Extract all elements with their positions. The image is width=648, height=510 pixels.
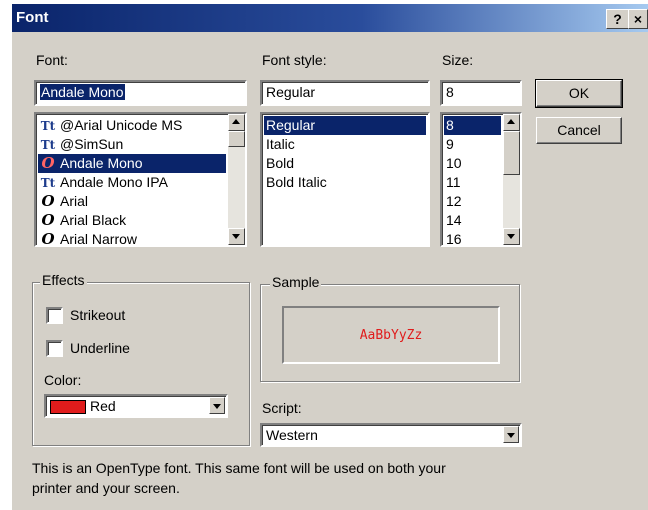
font-style-list[interactable]: Regular Italic Bold Bold Italic bbox=[260, 112, 430, 247]
strikeout-label[interactable]: Strikeout bbox=[70, 307, 125, 323]
scroll-thumb[interactable] bbox=[503, 131, 520, 175]
truetype-icon: Tt bbox=[40, 138, 56, 152]
scroll-down-button[interactable] bbox=[228, 228, 245, 245]
size-list[interactable]: 8 9 10 11 12 14 16 bbox=[440, 112, 522, 247]
font-style-label: Font style: bbox=[262, 52, 327, 68]
font-name-input[interactable]: Andale Mono bbox=[34, 80, 247, 106]
size-list-scrollbar[interactable] bbox=[503, 114, 520, 245]
font-style-input[interactable]: Regular bbox=[260, 80, 430, 106]
size-list-item[interactable]: 8 bbox=[444, 116, 501, 135]
arrow-up-icon bbox=[232, 119, 240, 124]
arrow-down-icon bbox=[232, 234, 240, 239]
size-label: Size: bbox=[442, 52, 474, 68]
style-list-item[interactable]: Bold bbox=[264, 154, 426, 173]
font-item-label: Andale Mono IPA bbox=[60, 174, 168, 190]
font-item-label: Arial Narrow bbox=[60, 231, 138, 247]
effects-group bbox=[32, 282, 250, 446]
scroll-down-button[interactable] bbox=[503, 228, 520, 245]
font-description-line1: This is an OpenType font. This same font… bbox=[32, 460, 446, 476]
font-list-item[interactable]: O Arial Black bbox=[38, 211, 226, 230]
chevron-down-icon bbox=[213, 404, 221, 409]
color-select[interactable]: Red bbox=[44, 394, 228, 418]
color-dropdown-button[interactable] bbox=[209, 397, 225, 414]
effects-label: Effects bbox=[40, 272, 87, 288]
opentype-icon: O bbox=[41, 154, 55, 172]
font-list-item[interactable]: Tt @Arial Unicode MS bbox=[38, 116, 226, 135]
scroll-up-button[interactable] bbox=[503, 114, 520, 131]
help-button[interactable]: ? bbox=[606, 9, 629, 29]
script-value: Western bbox=[266, 427, 318, 443]
font-item-label: @Arial Unicode MS bbox=[60, 117, 183, 133]
sample-label: Sample bbox=[270, 274, 322, 290]
color-value: Red bbox=[90, 398, 116, 414]
color-label: Color: bbox=[44, 372, 82, 388]
size-list-item[interactable]: 10 bbox=[444, 154, 501, 173]
title-bar bbox=[12, 4, 648, 32]
font-style-value: Regular bbox=[266, 84, 316, 100]
font-item-label: Arial Black bbox=[60, 212, 127, 228]
arrow-up-icon bbox=[507, 119, 515, 124]
truetype-icon: Tt bbox=[40, 176, 56, 190]
size-list-item[interactable]: 9 bbox=[444, 135, 501, 154]
size-list-item[interactable]: 16 bbox=[444, 230, 501, 245]
style-list-item[interactable]: Regular bbox=[264, 116, 426, 135]
sample-text: AaBbYyZz bbox=[359, 328, 423, 343]
ok-button[interactable]: OK bbox=[535, 79, 623, 108]
strikeout-checkbox[interactable] bbox=[46, 307, 63, 324]
scroll-up-button[interactable] bbox=[228, 114, 245, 131]
script-dropdown-button[interactable] bbox=[503, 426, 519, 443]
color-swatch bbox=[50, 400, 86, 414]
font-list-item[interactable]: O Arial Narrow bbox=[38, 230, 226, 247]
font-name-value: Andale Mono bbox=[40, 84, 125, 100]
font-item-label: @SimSun bbox=[60, 136, 124, 152]
font-list-item[interactable]: Tt Andale Mono IPA bbox=[38, 173, 226, 192]
script-select[interactable]: Western bbox=[260, 423, 522, 447]
font-description-line2: printer and your screen. bbox=[32, 480, 180, 496]
cancel-button[interactable]: Cancel bbox=[536, 117, 622, 144]
opentype-icon: O bbox=[41, 192, 55, 210]
font-list-scrollbar[interactable] bbox=[228, 114, 245, 245]
size-list-item[interactable]: 14 bbox=[444, 211, 501, 230]
opentype-icon: O bbox=[41, 230, 55, 247]
opentype-icon: O bbox=[41, 211, 55, 229]
font-label: Font: bbox=[36, 52, 68, 68]
underline-checkbox[interactable] bbox=[46, 340, 63, 357]
sample-preview: AaBbYyZz bbox=[282, 306, 500, 364]
truetype-icon: Tt bbox=[40, 119, 56, 133]
font-list-item[interactable]: O Arial bbox=[38, 192, 226, 211]
font-item-label: Arial bbox=[60, 193, 89, 209]
font-item-label: Andale Mono bbox=[60, 155, 143, 171]
scroll-thumb[interactable] bbox=[228, 131, 245, 147]
font-list-item[interactable]: O Andale Mono bbox=[38, 154, 226, 173]
chevron-down-icon bbox=[507, 433, 515, 438]
style-list-item[interactable]: Bold Italic bbox=[264, 173, 426, 192]
font-list-item[interactable]: Tt @SimSun bbox=[38, 135, 226, 154]
font-list[interactable]: Tt @Arial Unicode MS Tt @SimSun O Andale Mono… bbox=[34, 112, 247, 247]
size-list-item[interactable]: 12 bbox=[444, 192, 501, 211]
script-label: Script: bbox=[262, 400, 302, 416]
window-title: Font bbox=[16, 9, 49, 26]
style-list-item[interactable]: Italic bbox=[264, 135, 426, 154]
close-button[interactable]: × bbox=[628, 9, 648, 29]
arrow-down-icon bbox=[507, 234, 515, 239]
size-list-item[interactable]: 11 bbox=[444, 173, 501, 192]
size-value: 8 bbox=[446, 84, 454, 100]
size-input[interactable]: 8 bbox=[440, 80, 522, 106]
underline-label[interactable]: Underline bbox=[70, 340, 130, 356]
